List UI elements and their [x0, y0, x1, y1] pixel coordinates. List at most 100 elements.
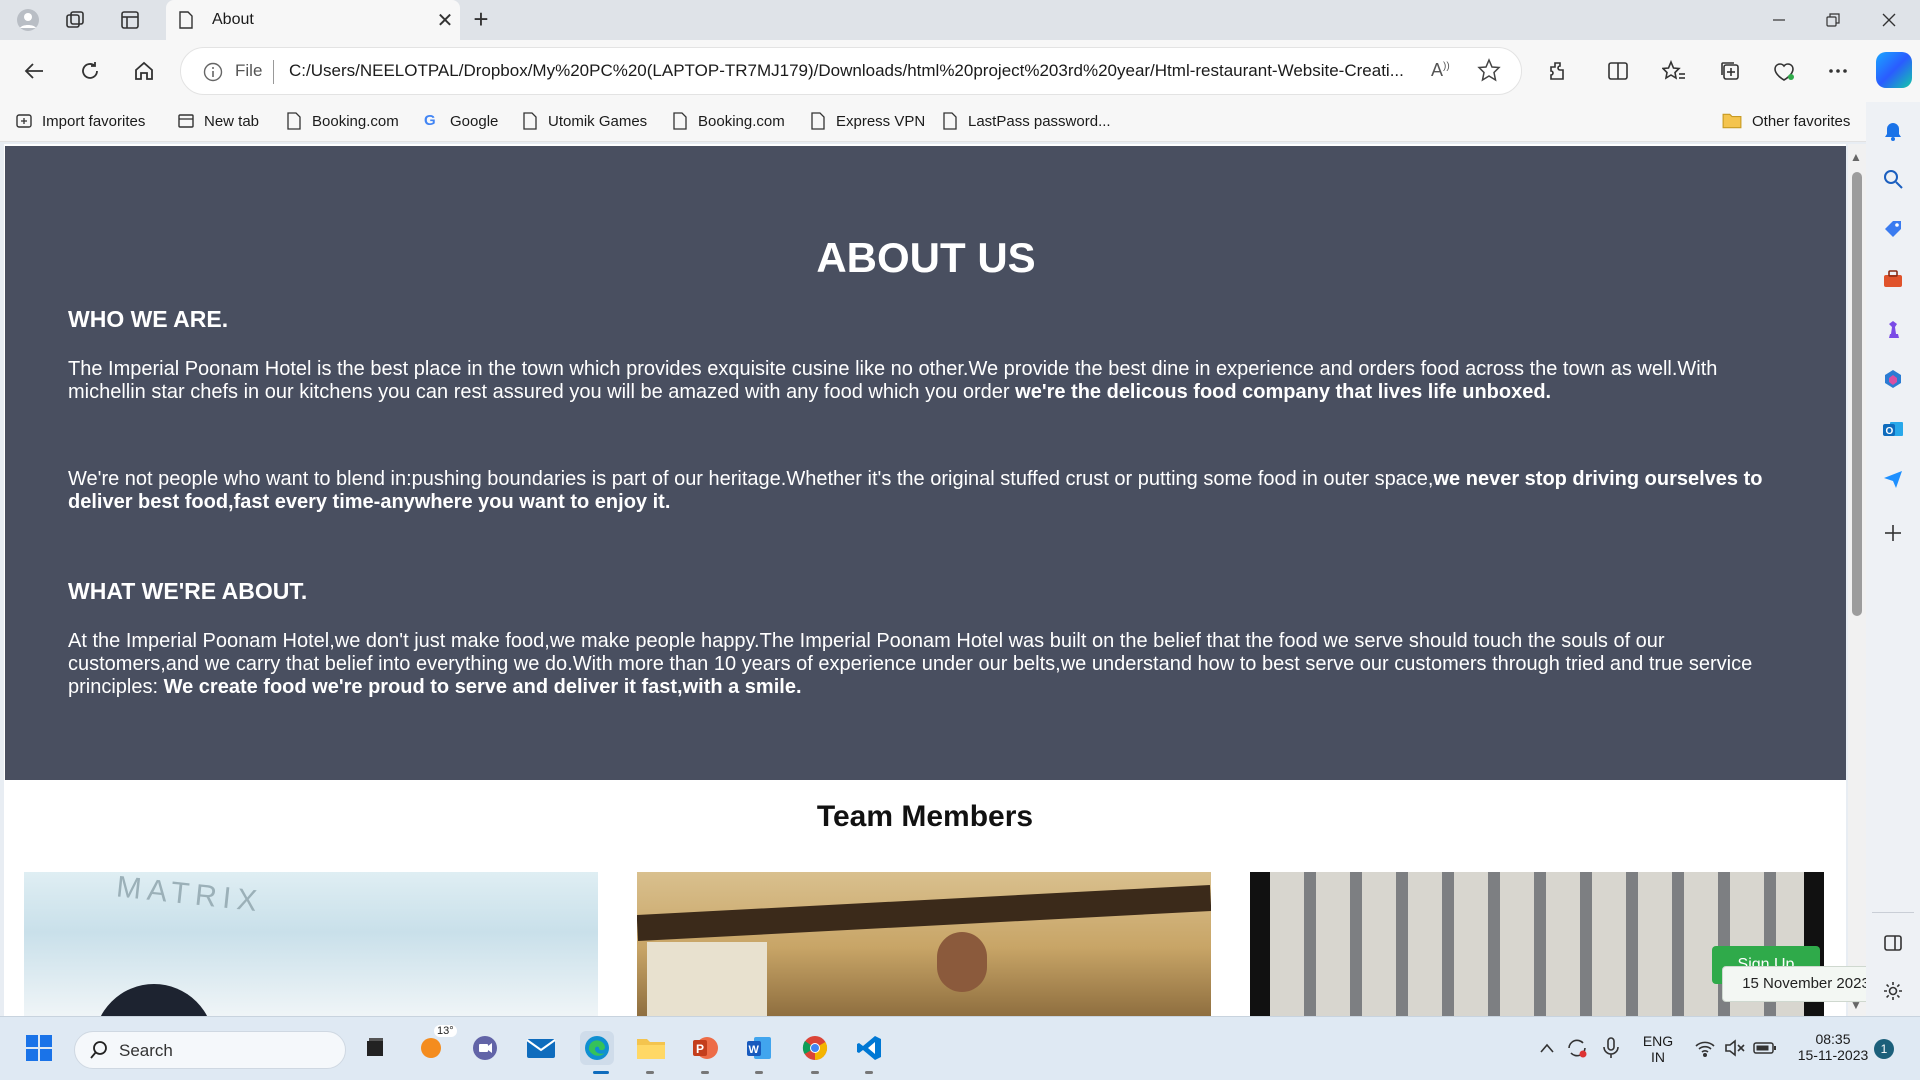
home-button[interactable] — [126, 53, 162, 89]
favorite-item[interactable]: Utomik Games — [522, 112, 647, 130]
search-placeholder: Search — [119, 1041, 173, 1060]
extensions-icon[interactable] — [1540, 53, 1576, 89]
address-bar[interactable]: File C:/Users/NEELOTPAL/Dropbox/My%20PC%… — [180, 47, 1522, 95]
microphone-icon[interactable] — [1594, 1031, 1628, 1065]
url-text[interactable]: C:/Users/NEELOTPAL/Dropbox/My%20PC%20(LA… — [289, 61, 1419, 81]
running-indicator — [701, 1071, 709, 1074]
svg-text:P: P — [696, 1042, 704, 1056]
favorite-label: Booking.com — [312, 112, 399, 130]
region-code: IN — [1651, 1049, 1665, 1065]
favorite-item[interactable]: Booking.com — [672, 112, 785, 130]
about-section: ABOUT US WHO WE ARE. The Imperial Poonam… — [5, 146, 1846, 780]
settings-gear-icon[interactable] — [1880, 978, 1906, 1004]
restore-button[interactable] — [1806, 0, 1860, 40]
favorite-label: LastPass password... — [968, 112, 1111, 130]
favorite-label: Booking.com — [698, 112, 785, 130]
heritage-paragraph: We're not people who want to blend in:pu… — [68, 468, 1798, 514]
search-icon — [90, 1041, 107, 1059]
powerpoint-icon[interactable]: P — [688, 1031, 722, 1065]
tab-about[interactable]: About ✕ — [166, 0, 460, 40]
page-viewport: ABOUT US WHO WE ARE. The Imperial Poonam… — [4, 144, 1846, 1016]
new-tab-button[interactable]: + — [466, 6, 496, 34]
battery-icon[interactable] — [1748, 1031, 1782, 1065]
sync-status-icon[interactable] — [1560, 1031, 1594, 1065]
import-icon — [16, 114, 32, 128]
paragraph-text: We're not people who want to blend in:pu… — [68, 468, 1434, 490]
notifications-bell-icon[interactable] — [1880, 118, 1906, 144]
paragraph-highlight: We create food we're proud to serve and … — [163, 676, 802, 698]
drop-send-icon[interactable] — [1880, 466, 1906, 492]
tools-briefcase-icon[interactable] — [1880, 266, 1906, 292]
add-sidebar-app-icon[interactable] — [1880, 520, 1906, 546]
wifi-icon[interactable] — [1688, 1031, 1722, 1065]
favorites-bar: Import favorites New tab Booking.com G G… — [0, 102, 1920, 142]
favorite-star-icon[interactable] — [1477, 58, 1501, 82]
search-icon[interactable] — [1880, 166, 1906, 192]
notification-badge[interactable]: 1 — [1874, 1039, 1894, 1059]
close-window-button[interactable] — [1862, 0, 1916, 40]
outlook-icon[interactable]: O — [1880, 416, 1906, 442]
back-button[interactable] — [16, 53, 52, 89]
scroll-up-arrow-icon[interactable]: ▲ — [1850, 150, 1862, 164]
teams-chat-icon[interactable] — [468, 1031, 502, 1065]
taskbar-search-box[interactable]: Search — [74, 1031, 346, 1069]
task-view-icon[interactable] — [358, 1031, 392, 1065]
weather-widget-icon[interactable]: 13° — [414, 1025, 457, 1065]
start-windows-icon[interactable] — [22, 1031, 56, 1065]
favorite-item[interactable]: New tab — [178, 112, 259, 130]
language-indicator[interactable]: ENG IN — [1638, 1033, 1678, 1065]
language-code: ENG — [1642, 1033, 1674, 1049]
close-tab-icon[interactable]: ✕ — [430, 8, 460, 33]
favorite-item[interactable]: Booking.com — [286, 112, 399, 130]
tab-strip: About ✕ + — [0, 0, 1920, 40]
scheme-label: File — [235, 61, 263, 80]
favorites-icon[interactable] — [1656, 53, 1692, 89]
favorite-label: Import favorites — [42, 112, 146, 130]
favorite-item[interactable]: LastPass password... — [942, 112, 1111, 130]
team-members-heading: Team Members — [816, 800, 1034, 833]
vertical-tabs-icon[interactable] — [114, 6, 146, 34]
word-icon[interactable]: W — [742, 1031, 776, 1065]
navigation-bar: File C:/Users/NEELOTPAL/Dropbox/My%20PC%… — [0, 40, 1920, 102]
copilot-icon[interactable] — [1876, 52, 1912, 88]
split-screen-icon[interactable] — [1600, 53, 1636, 89]
edge-browser-icon[interactable] — [580, 1031, 614, 1065]
file-explorer-icon[interactable] — [634, 1031, 668, 1065]
favorite-item[interactable]: Import favorites — [16, 112, 145, 130]
minimize-button[interactable] — [1752, 0, 1806, 40]
favorite-label: Utomik Games — [548, 112, 648, 130]
microsoft-365-icon[interactable] — [1880, 366, 1906, 392]
games-chess-icon[interactable] — [1880, 316, 1906, 342]
person-silhouette — [94, 984, 214, 1016]
show-hidden-icons-chevron-icon[interactable] — [1530, 1031, 1564, 1065]
page-icon — [179, 11, 193, 29]
profile-icon[interactable] — [12, 6, 44, 34]
paragraph-highlight: we're the delicous food company that liv… — [1015, 381, 1552, 403]
chrome-icon[interactable] — [798, 1031, 832, 1065]
team-member-photo — [637, 872, 1211, 1016]
vscode-icon[interactable] — [852, 1031, 886, 1065]
volume-muted-icon[interactable] — [1718, 1031, 1752, 1065]
favorite-item[interactable]: Express VPN — [810, 112, 925, 130]
who-we-are-heading: WHO WE ARE. — [68, 306, 229, 332]
clock-date: 15-11-2023 — [1797, 1047, 1869, 1063]
other-favorites[interactable]: Other favorites — [1722, 112, 1850, 130]
workspaces-icon[interactable] — [60, 6, 92, 34]
info-icon[interactable] — [203, 62, 223, 82]
shopping-tag-icon[interactable] — [1880, 216, 1906, 242]
refresh-button[interactable] — [72, 53, 108, 89]
folder-icon — [1722, 113, 1742, 129]
mail-icon[interactable] — [524, 1031, 558, 1065]
browser-essentials-icon[interactable] — [1766, 53, 1802, 89]
date-tooltip: 15 November 2023 — [1722, 966, 1890, 1002]
hide-sidebar-icon[interactable] — [1880, 930, 1906, 956]
running-indicator — [865, 1071, 873, 1074]
more-options-icon[interactable] — [1820, 53, 1856, 89]
clock[interactable]: 08:35 15-11-2023 — [1786, 1031, 1880, 1063]
active-indicator — [593, 1071, 609, 1074]
favorite-item[interactable]: G Google — [424, 112, 498, 130]
scrollbar-thumb[interactable] — [1852, 172, 1862, 616]
collections-icon[interactable] — [1712, 53, 1748, 89]
read-aloud-icon[interactable]: A)) — [1431, 60, 1450, 81]
page-title: ABOUT US — [816, 234, 1036, 281]
